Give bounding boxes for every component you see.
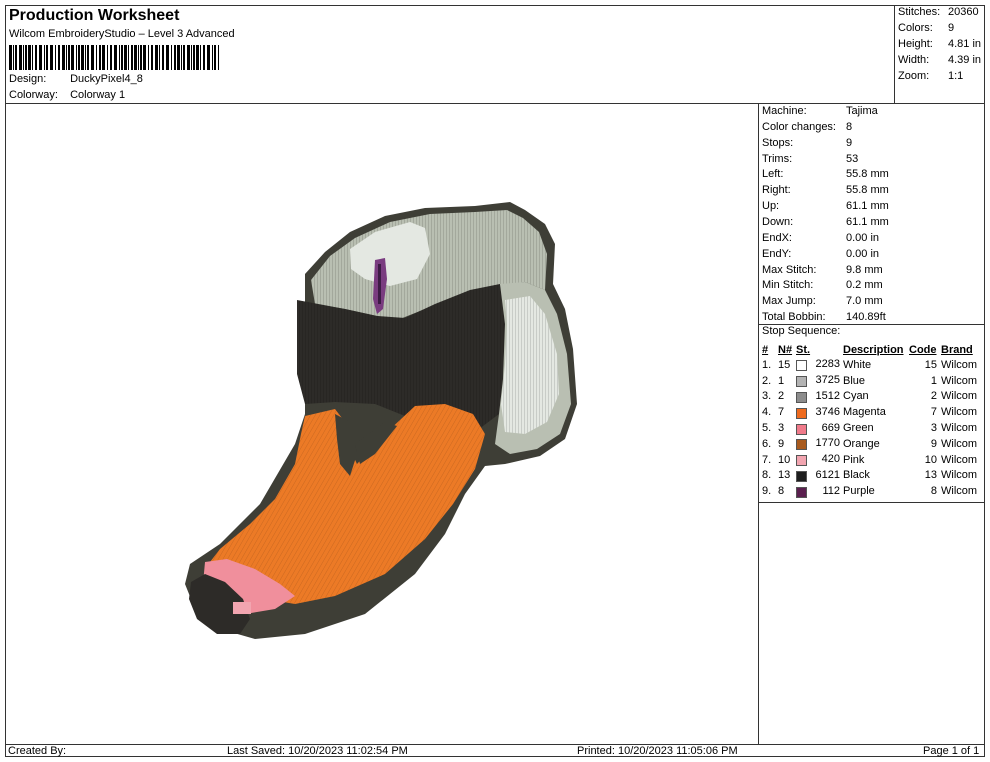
color-swatch-icon [796, 360, 807, 372]
duck-design-illustration [185, 202, 577, 639]
stat-width: Width: 4.39 in [898, 54, 982, 66]
machine-info-row: Max Jump: 7.0 mm [762, 295, 883, 308]
stat-stitches: Stitches: 20360 [898, 6, 979, 18]
design-preview [5, 104, 759, 744]
col-stitches: St. [796, 343, 811, 356]
software-name: Wilcom EmbroideryStudio – Level 3 Advanc… [9, 28, 235, 40]
stop-row: 1. 15 2283 White 15 Wilcom [762, 358, 978, 372]
colorway-row: Colorway: Colorway 1 [9, 89, 125, 101]
stop-row: 7. 10 420 Pink 10 Wilcom [762, 453, 978, 467]
color-swatch-icon [796, 376, 807, 388]
machine-info-row: EndY: 0.00 in [762, 247, 880, 260]
machine-info-row: Up: 61.1 mm [762, 200, 889, 213]
worksheet-header: Production Worksheet Wilcom EmbroiderySt… [5, 5, 895, 104]
stop-sequence-title: Stop Sequence: [762, 325, 841, 337]
design-row: Design: DuckyPixel4_8 [9, 73, 143, 85]
worksheet-footer: Created By: Last Saved: 10/20/2023 11:02… [5, 744, 985, 757]
printed-date: Printed: 10/20/2023 11:05:06 PM [577, 745, 738, 757]
color-swatch-icon [796, 391, 807, 403]
page-title: Production Worksheet [9, 7, 180, 24]
machine-info-row: Right: 55.8 mm [762, 184, 889, 197]
stop-row: 9. 8 112 Purple 8 Wilcom [762, 484, 978, 498]
barcode-icon [9, 45, 219, 70]
machine-info-row: Trims: 53 [762, 152, 859, 165]
page-number: Page 1 of 1 [923, 745, 980, 757]
col-needle: N# [778, 343, 793, 356]
created-by: Created By: [8, 745, 67, 757]
stop-row: 2. 1 3725 Blue 1 Wilcom [762, 374, 978, 388]
col-code: Code [909, 343, 937, 356]
color-swatch-icon [796, 407, 807, 419]
machine-info-row: Min Stitch: 0.2 mm [762, 279, 883, 292]
col-number: # [762, 343, 769, 356]
stop-sequence-table: # N# St. Description Code Brand 1. 15 2283… [762, 342, 984, 499]
last-saved: Last Saved: 10/20/2023 11:02:54 PM [227, 745, 408, 757]
color-swatch-icon [796, 439, 807, 451]
colorway-value: Colorway 1 [70, 89, 126, 101]
machine-info-panel: Machine: Tajima Color changes: 8 Stops: 9 Trim… [759, 104, 985, 744]
stop-row: 3. 2 1512 Cyan 2 Wilcom [762, 389, 978, 403]
design-label: Design: [9, 73, 47, 85]
machine-info-row: Stops: 9 [762, 136, 853, 149]
machine-info-row: Color changes: 8 [762, 120, 853, 133]
col-brand: Brand [941, 343, 973, 356]
color-swatch-icon [796, 486, 807, 498]
col-description: Description [843, 343, 904, 356]
stats-panel: Stitches: 20360 Colors: 9 Height: 4.81 in W… [895, 5, 985, 104]
color-swatch-icon [796, 423, 807, 435]
stop-sequence-bottom-rule [759, 502, 985, 503]
stat-colors: Colors: 9 [898, 22, 955, 34]
machine-info-row: EndX: 0.00 in [762, 231, 880, 244]
machine-info-row: Max Stitch: 9.8 mm [762, 263, 883, 276]
colorway-label: Colorway: [9, 89, 58, 101]
stop-row: 5. 3 669 Green 3 Wilcom [762, 421, 978, 435]
machine-info-row: Machine: Tajima [762, 105, 878, 117]
stat-zoom: Zoom: 1:1 [898, 70, 964, 82]
design-value: DuckyPixel4_8 [70, 73, 143, 85]
color-swatch-icon [796, 455, 807, 467]
color-swatch-icon [796, 470, 807, 482]
machine-info-row: Left: 55.8 mm [762, 168, 889, 181]
stop-row: 4. 7 3746 Magenta 7 Wilcom [762, 405, 978, 419]
machine-info-row: Down: 61.1 mm [762, 215, 889, 228]
stop-row: 8. 13 6121 Black 13 Wilcom [762, 468, 978, 482]
stat-height: Height: 4.81 in [898, 38, 982, 50]
stop-row: 6. 9 1770 Orange 9 Wilcom [762, 437, 978, 451]
